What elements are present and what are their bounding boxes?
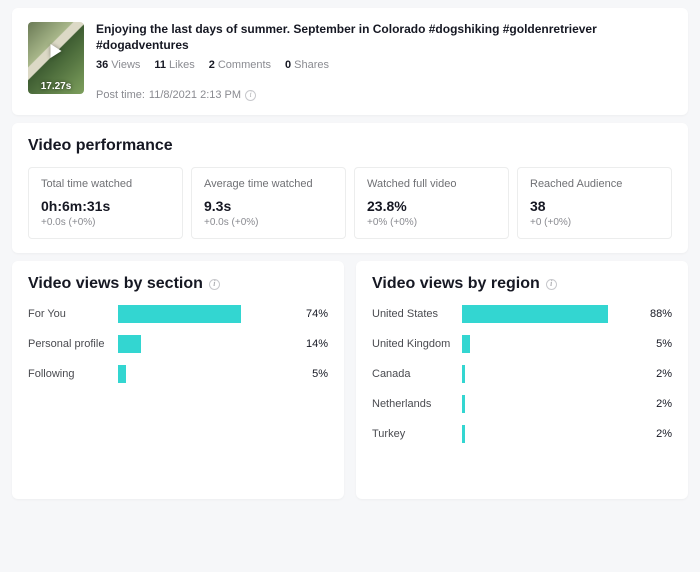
metric-delta: +0% (+0%) (367, 217, 496, 228)
chart-bar (462, 335, 470, 353)
metric-value: 9.3s (204, 198, 333, 214)
chart-bar (462, 365, 465, 383)
post-stats-row: 36Views 11Likes 2Comments 0Shares (96, 59, 672, 71)
chart-bar (462, 305, 608, 323)
chart-value: 88% (638, 308, 672, 320)
stat-likes: 11Likes (154, 59, 194, 71)
chart-row: Following 5% (28, 365, 328, 383)
metric-label: Watched full video (367, 178, 496, 190)
chart-category: Netherlands (372, 398, 452, 410)
metric-total-time: Total time watched 0h:6m:31s +0.0s (+0%) (28, 167, 183, 239)
chart-value: 74% (294, 308, 328, 320)
post-info: Enjoying the last days of summer. Septem… (96, 22, 672, 101)
chart-value: 5% (294, 368, 328, 380)
chart-row: United Kingdom 5% (372, 335, 672, 353)
chart-bar (462, 425, 465, 443)
region-chart: United States 88% United Kingdom 5% Canada 2%… (372, 305, 672, 485)
views-by-region-card: Video views by region United States88%Un… (356, 261, 688, 499)
chart-value: 5% (638, 338, 672, 350)
post-title: Enjoying the last days of summer. Septem… (96, 22, 672, 53)
views-by-region-title: Video views by region (372, 275, 672, 293)
post-header-card: 17.27s Enjoying the last days of summer.… (12, 8, 688, 115)
chart-category: United States (372, 308, 452, 320)
title-text: Video views by section (28, 275, 203, 293)
metric-delta: +0 (+0%) (530, 217, 659, 228)
chart-bar-wrap (462, 425, 628, 443)
chart-category: Canada (372, 368, 452, 380)
metric-delta: +0.0s (+0%) (41, 217, 170, 228)
video-performance-title: Video performance (28, 137, 672, 155)
metric-value: 38 (530, 198, 659, 214)
chart-bar (118, 365, 126, 383)
chart-value: 2% (638, 428, 672, 440)
chart-value: 2% (638, 398, 672, 410)
chart-row: Netherlands 2% (372, 395, 672, 413)
chart-category: Turkey (372, 428, 452, 440)
post-time-value: 11/8/2021 2:13 PM (149, 89, 241, 101)
stat-comments: 2Comments (209, 59, 271, 71)
stat-views: 36Views (96, 59, 140, 71)
chart-bar-wrap (462, 395, 628, 413)
metric-label: Average time watched (204, 178, 333, 190)
info-icon[interactable] (245, 90, 256, 101)
chart-value: 2% (638, 368, 672, 380)
title-text: Video views by region (372, 275, 540, 293)
chart-bar-wrap (462, 365, 628, 383)
chart-row: Canada 2% (372, 365, 672, 383)
chart-row: For You 74% (28, 305, 328, 323)
info-icon[interactable] (546, 279, 557, 290)
metric-value: 23.8% (367, 198, 496, 214)
metric-full-video: Watched full video 23.8% +0% (+0%) (354, 167, 509, 239)
video-thumbnail[interactable]: 17.27s (28, 22, 84, 94)
chart-bar (462, 395, 465, 413)
chart-category: For You (28, 308, 108, 320)
info-icon[interactable] (209, 279, 220, 290)
chart-row: United States 88% (372, 305, 672, 323)
post-time-label: Post time: (96, 89, 145, 101)
chart-row: Personal profile 14% (28, 335, 328, 353)
video-performance-card: Video performance Total time watched 0h:… (12, 123, 688, 253)
chart-bar-wrap (462, 335, 628, 353)
views-by-section-title: Video views by section (28, 275, 328, 293)
metric-value: 0h:6m:31s (41, 198, 170, 214)
stat-shares: 0Shares (285, 59, 329, 71)
chart-bar (118, 335, 141, 353)
chart-value: 14% (294, 338, 328, 350)
post-time: Post time: 11/8/2021 2:13 PM (96, 89, 672, 101)
chart-bar (118, 305, 241, 323)
chart-bar-wrap (118, 305, 284, 323)
performance-grid: Total time watched 0h:6m:31s +0.0s (+0%)… (28, 167, 672, 239)
metric-label: Reached Audience (530, 178, 659, 190)
metric-avg-time: Average time watched 9.3s +0.0s (+0%) (191, 167, 346, 239)
chart-category: United Kingdom (372, 338, 452, 350)
metric-label: Total time watched (41, 178, 170, 190)
chart-bar-wrap (462, 305, 628, 323)
metric-reached: Reached Audience 38 +0 (+0%) (517, 167, 672, 239)
chart-bar-wrap (118, 335, 284, 353)
video-duration: 17.27s (28, 81, 84, 92)
chart-category: Following (28, 368, 108, 380)
metric-delta: +0.0s (+0%) (204, 217, 333, 228)
section-chart: For You 74% Personal profile 14% Following 5% (28, 305, 328, 485)
chart-category: Personal profile (28, 338, 108, 350)
chart-bar-wrap (118, 365, 284, 383)
chart-row: Turkey 2% (372, 425, 672, 443)
views-by-section-card: Video views by section For You 74% Persona… (12, 261, 344, 499)
